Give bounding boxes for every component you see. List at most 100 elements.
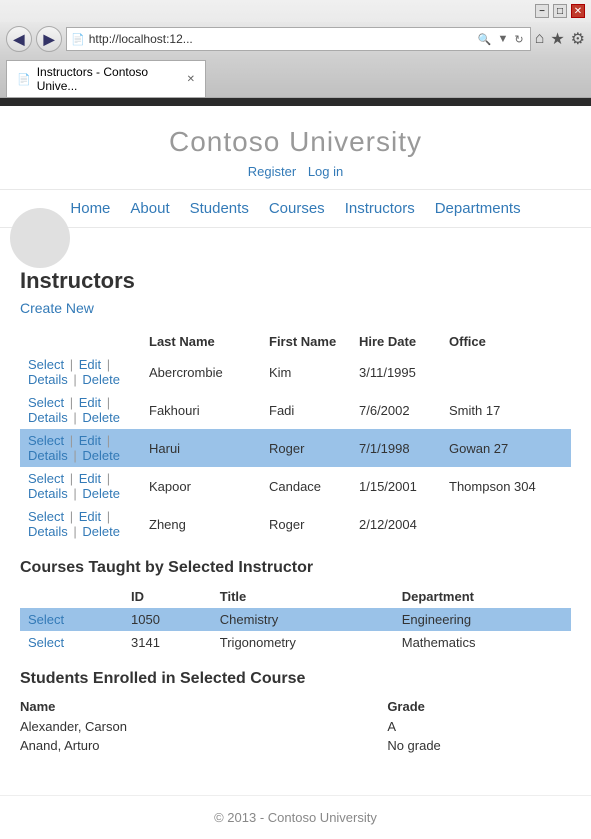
settings-icon[interactable]: ⚙ <box>571 29 585 49</box>
delete-link-1[interactable]: Delete <box>82 410 120 425</box>
select-link-4[interactable]: Select <box>28 509 64 524</box>
nav-about[interactable]: About <box>130 200 169 217</box>
instructor-row-1: Select | Edit | Details | Delete Fakhour… <box>20 391 571 429</box>
select-link-3[interactable]: Select <box>28 471 64 486</box>
forward-button[interactable]: ▶ <box>36 26 62 52</box>
office-4 <box>441 505 571 543</box>
tab-close-button[interactable]: ✕ <box>187 74 195 85</box>
col-hiredate-header: Hire Date <box>351 330 441 353</box>
tab-label: Instructors - Contoso Unive... <box>37 65 181 93</box>
address-actions: 🔍 ▼ ↻ <box>476 33 526 46</box>
site-nav: Home About Students Courses Instructors … <box>0 189 591 228</box>
tab-favicon: 📄 <box>17 73 31 86</box>
course-select-link-1[interactable]: Select <box>28 635 64 650</box>
students-section-heading: Students Enrolled in Selected Course <box>20 670 571 688</box>
title-bar: − □ ✕ <box>0 0 591 22</box>
course-row-0: Select 1050 Chemistry Engineering <box>20 608 571 631</box>
nav-students[interactable]: Students <box>190 200 249 217</box>
login-link[interactable]: Log in <box>308 164 343 179</box>
instructor-row-2: Select | Edit | Details | Delete Harui R… <box>20 429 571 467</box>
circle-decoration <box>0 228 591 258</box>
col-id-header: ID <box>123 585 212 608</box>
col-student-grade-header: Grade <box>387 696 571 717</box>
site-auth: Register Log in <box>0 164 591 179</box>
firstname-2: Roger <box>261 429 351 467</box>
lastname-0: Abercrombie <box>141 353 261 391</box>
address-refresh-icon[interactable]: ↻ <box>512 33 525 46</box>
nav-departments[interactable]: Departments <box>435 200 521 217</box>
course-actions-0: Select <box>20 608 123 631</box>
edit-link-4[interactable]: Edit <box>79 509 101 524</box>
office-1: Smith 17 <box>441 391 571 429</box>
address-dropdown-icon[interactable]: ▼ <box>496 33 511 46</box>
main-content: Instructors Create New Last Name First N… <box>0 258 591 775</box>
chrome-divider <box>0 98 591 106</box>
firstname-3: Candace <box>261 467 351 505</box>
student-name-1: Anand, Arturo <box>20 736 387 755</box>
instructor-row-3: Select | Edit | Details | Delete Kapoor … <box>20 467 571 505</box>
nav-home[interactable]: Home <box>70 200 110 217</box>
col-student-name-header: Name <box>20 696 387 717</box>
edit-link-1[interactable]: Edit <box>79 395 101 410</box>
firstname-4: Roger <box>261 505 351 543</box>
page-content: Contoso University Register Log in Home … <box>0 106 591 839</box>
create-new-link[interactable]: Create New <box>20 300 94 316</box>
select-link-0[interactable]: Select <box>28 357 64 372</box>
details-link-0[interactable]: Details <box>28 372 68 387</box>
lastname-3: Kapoor <box>141 467 261 505</box>
instructor-row-4: Select | Edit | Details | Delete Zheng R… <box>20 505 571 543</box>
firstname-0: Kim <box>261 353 351 391</box>
details-link-3[interactable]: Details <box>28 486 68 501</box>
course-select-link-0[interactable]: Select <box>28 612 64 627</box>
instructor-actions-0: Select | Edit | Details | Delete <box>20 353 141 391</box>
course-title-1: Trigonometry <box>212 631 394 654</box>
instructors-table: Last Name First Name Hire Date Office Se… <box>20 330 571 543</box>
course-id-1: 3141 <box>123 631 212 654</box>
delete-link-4[interactable]: Delete <box>82 524 120 539</box>
course-dept-0: Engineering <box>394 608 571 631</box>
col-dept-header: Department <box>394 585 571 608</box>
select-link-2[interactable]: Select <box>28 433 64 448</box>
delete-link-3[interactable]: Delete <box>82 486 120 501</box>
student-grade-0: A <box>387 717 571 736</box>
lastname-1: Fakhouri <box>141 391 261 429</box>
nav-courses[interactable]: Courses <box>269 200 325 217</box>
details-link-2[interactable]: Details <box>28 448 68 463</box>
close-button[interactable]: ✕ <box>571 4 585 18</box>
details-link-1[interactable]: Details <box>28 410 68 425</box>
hiredate-3: 1/15/2001 <box>351 467 441 505</box>
delete-link-2[interactable]: Delete <box>82 448 120 463</box>
nav-instructors[interactable]: Instructors <box>345 200 415 217</box>
maximize-button[interactable]: □ <box>553 4 567 18</box>
hiredate-1: 7/6/2002 <box>351 391 441 429</box>
edit-link-0[interactable]: Edit <box>79 357 101 372</box>
nav-bar: ◀ ▶ 📄 http://localhost:12... 🔍 ▼ ↻ ⌂ ★ ⚙ <box>0 22 591 56</box>
register-link[interactable]: Register <box>248 164 296 179</box>
instructor-actions-3: Select | Edit | Details | Delete <box>20 467 141 505</box>
office-3: Thompson 304 <box>441 467 571 505</box>
student-grade-1: No grade <box>387 736 571 755</box>
firstname-1: Fadi <box>261 391 351 429</box>
students-table: Name Grade Alexander, Carson A Anand, Ar… <box>20 696 571 755</box>
address-search-icon[interactable]: 🔍 <box>476 33 494 46</box>
select-link-1[interactable]: Select <box>28 395 64 410</box>
site-title: Contoso University <box>0 126 591 158</box>
student-row-1: Anand, Arturo No grade <box>20 736 571 755</box>
back-button[interactable]: ◀ <box>6 26 32 52</box>
address-bar[interactable]: 📄 http://localhost:12... 🔍 ▼ ↻ <box>66 27 531 51</box>
favorites-icon[interactable]: ★ <box>550 29 564 49</box>
site-footer: © 2013 - Contoso University <box>0 795 591 839</box>
home-icon[interactable]: ⌂ <box>535 30 545 48</box>
lastname-4: Zheng <box>141 505 261 543</box>
page-heading: Instructors <box>20 268 571 294</box>
edit-link-3[interactable]: Edit <box>79 471 101 486</box>
office-2: Gowan 27 <box>441 429 571 467</box>
instructor-row-0: Select | Edit | Details | Delete Abercro… <box>20 353 571 391</box>
details-link-4[interactable]: Details <box>28 524 68 539</box>
delete-link-0[interactable]: Delete <box>82 372 120 387</box>
tab-bar: 📄 Instructors - Contoso Unive... ✕ <box>0 56 591 97</box>
active-tab[interactable]: 📄 Instructors - Contoso Unive... ✕ <box>6 60 206 97</box>
office-0 <box>441 353 571 391</box>
minimize-button[interactable]: − <box>535 4 549 18</box>
edit-link-2[interactable]: Edit <box>79 433 101 448</box>
